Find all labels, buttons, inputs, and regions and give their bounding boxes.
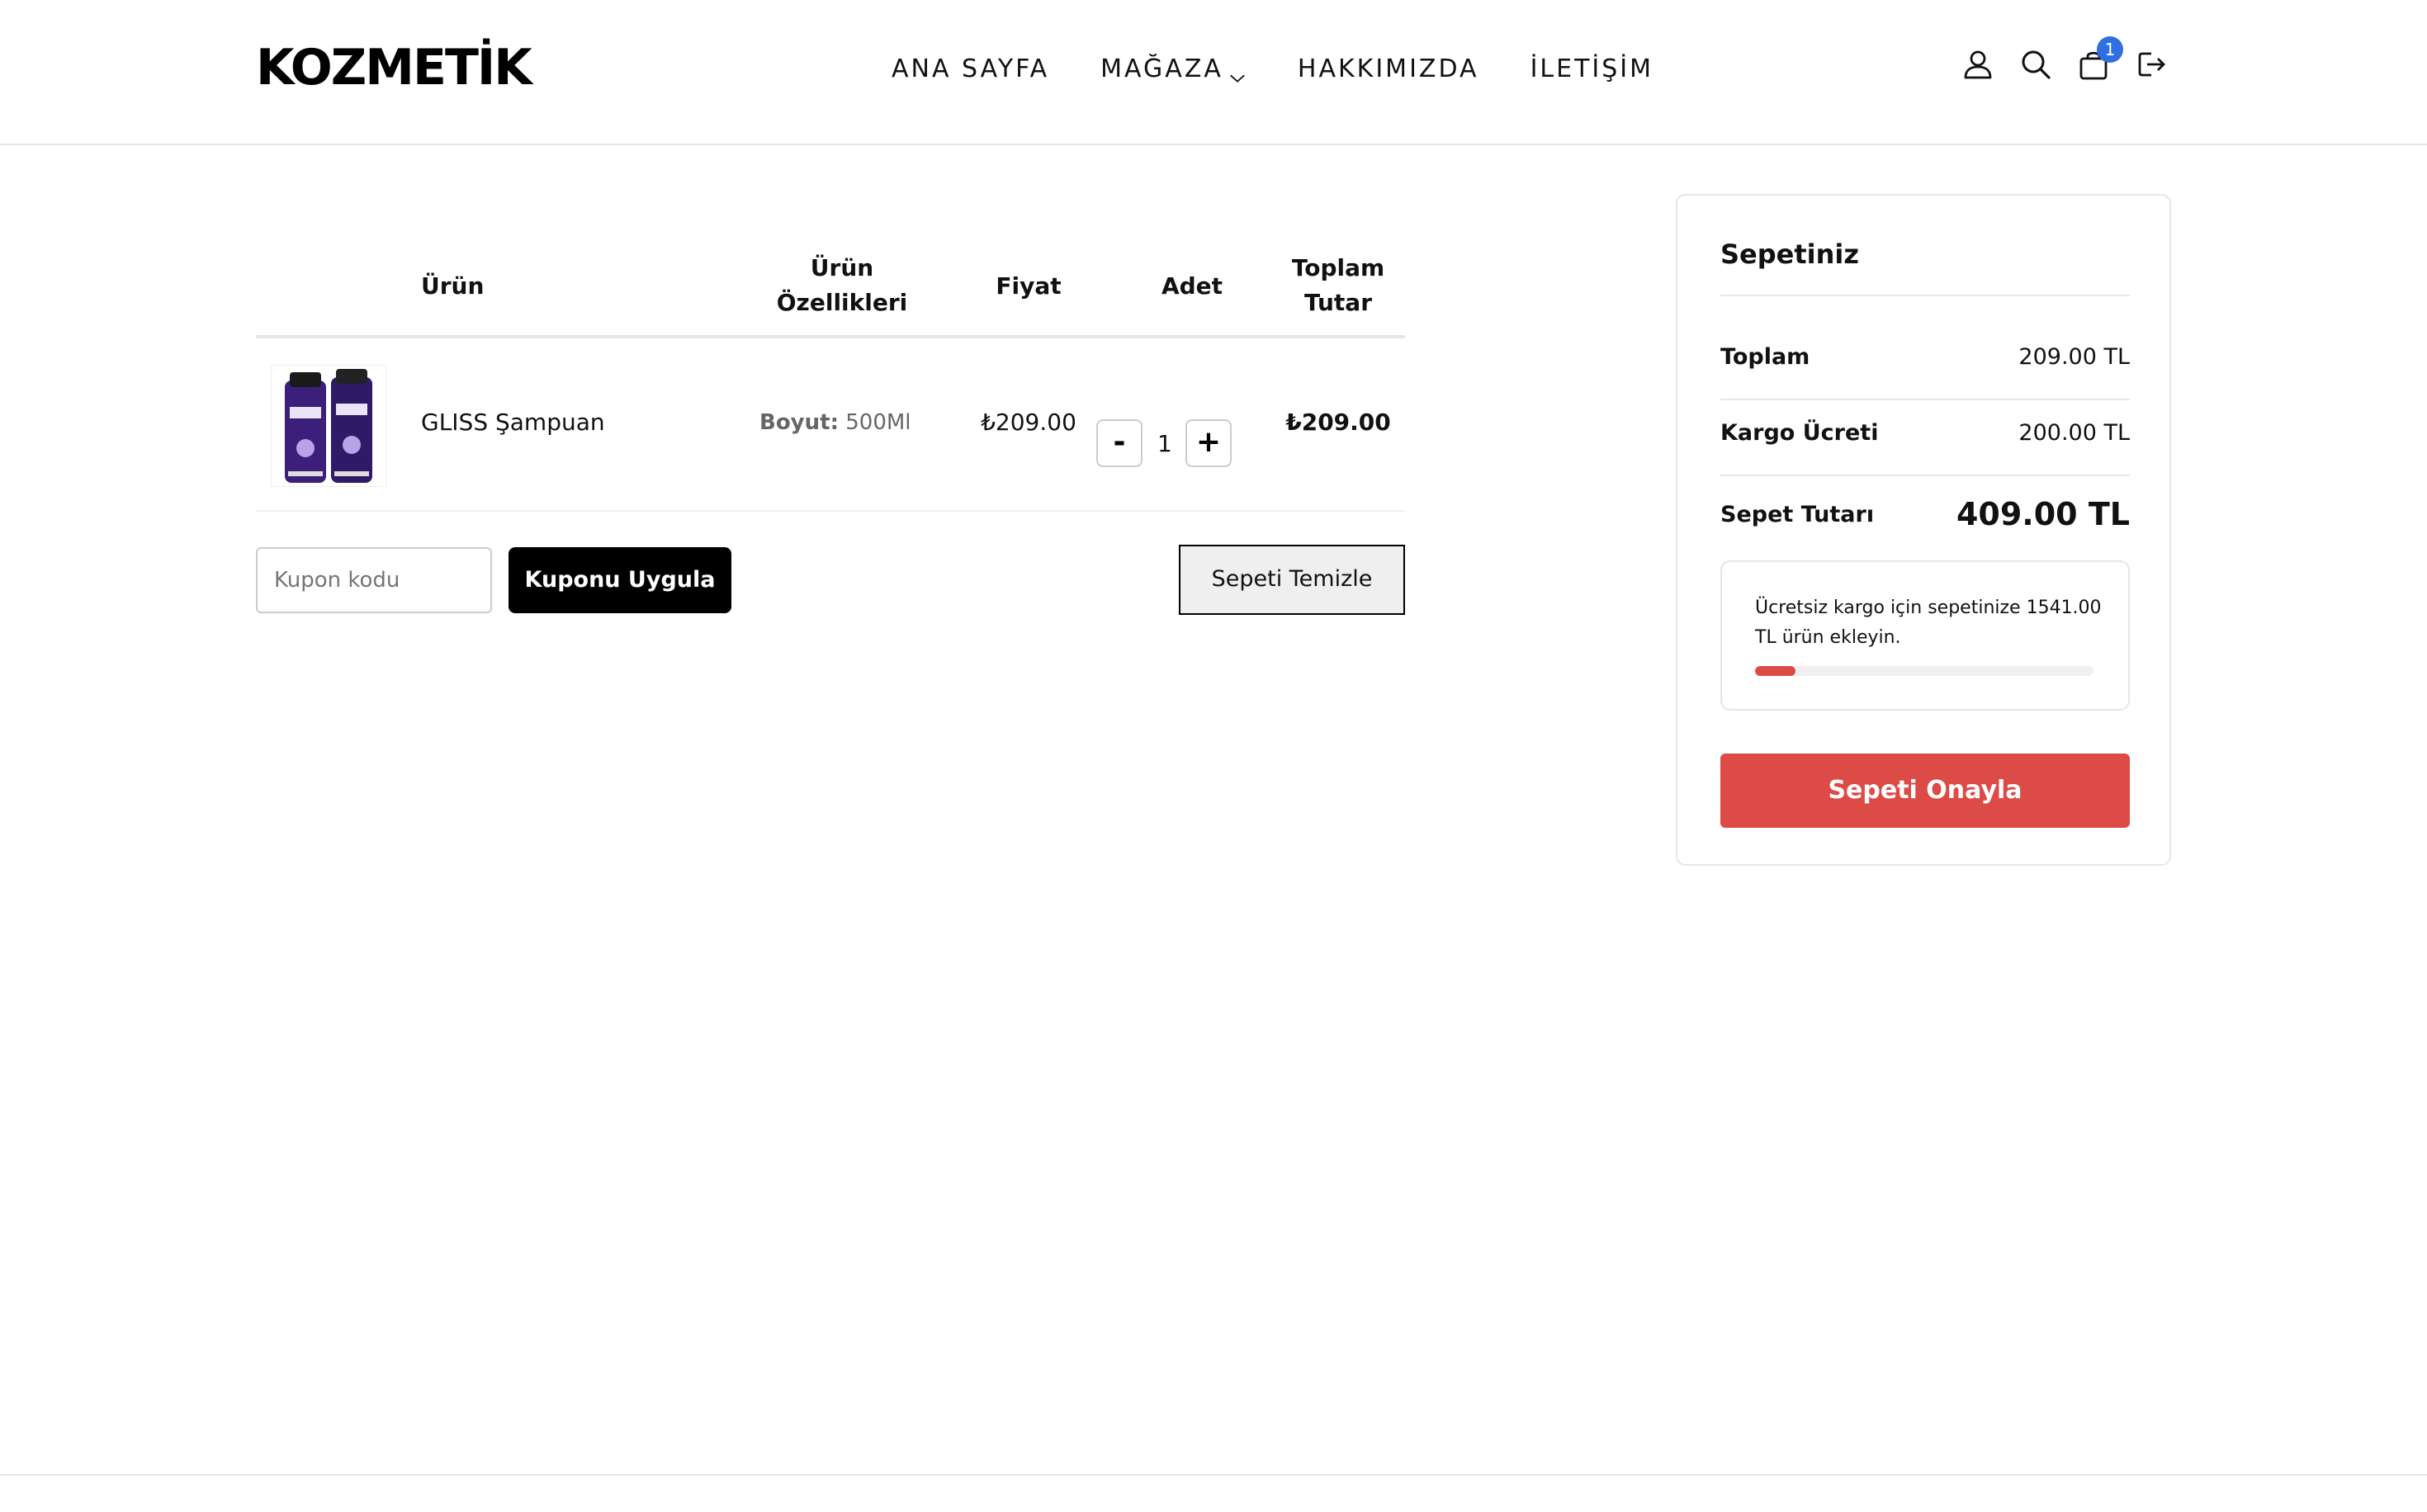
header-total-line2: Tutar — [1303, 289, 1373, 316]
cart-count-badge: 1 — [2097, 36, 2123, 63]
nav-item-contact[interactable]: İLETİŞİM — [1530, 50, 1653, 89]
subtotal-row: Toplam 209.00 TL — [1720, 344, 2130, 370]
clear-cart-button[interactable]: Sepeti Temizle — [1179, 545, 1405, 615]
header-features-line2: Özellikleri — [776, 289, 908, 316]
cart-summary: Sepetiniz Toplam 209.00 TL Kargo Ücreti … — [1676, 194, 2171, 866]
quantity-stepper: - 1 + — [1096, 419, 1232, 467]
cart-table: Ürün Ürün Özellikleri Fiyat Adet Toplam … — [256, 248, 1405, 512]
shopping-bag-icon[interactable]: 1 — [2077, 36, 2123, 81]
header-features: Ürün Özellikleri — [743, 251, 941, 320]
confirm-cart-button[interactable]: Sepeti Onayla — [1720, 754, 2130, 828]
increase-quantity-button[interactable]: + — [1185, 419, 1232, 467]
free-shipping-notice: Ücretsiz kargo için sepetinize 1541.00 T… — [1720, 560, 2130, 711]
decrease-quantity-button[interactable]: - — [1096, 419, 1143, 467]
free-shipping-progress-fill — [1755, 666, 1796, 676]
total-row: Sepet Tutarı 409.00 TL — [1720, 496, 2130, 532]
header-quantity: Adet — [1161, 272, 1223, 300]
nav-item-home[interactable]: ANA SAYFA — [892, 50, 1049, 89]
row-total: ₺209.00 — [1285, 409, 1391, 436]
header-actions: 1 — [1961, 36, 2168, 81]
main-nav: ANA SAYFA MAĞAZA HAKKIMIZDA İLETİŞİM — [892, 50, 1653, 89]
shipping-label: Kargo Ücreti — [1720, 420, 1879, 446]
user-icon[interactable] — [1961, 48, 1994, 81]
coupon-input[interactable] — [256, 547, 492, 613]
summary-divider — [1720, 475, 2130, 476]
apply-coupon-button[interactable]: Kuponu Uygula — [509, 547, 731, 613]
feature-value: 500Ml — [845, 410, 911, 435]
product-feature: Boyut: 500Ml — [759, 406, 911, 439]
summary-divider — [1720, 295, 2130, 296]
product-price: ₺209.00 — [981, 409, 1076, 436]
nav-label-contact: İLETİŞİM — [1530, 54, 1654, 83]
table-header: Ürün Ürün Özellikleri Fiyat Adet Toplam … — [256, 248, 1405, 338]
total-value: 409.00 TL — [1956, 496, 2130, 532]
search-icon[interactable] — [2019, 48, 2052, 81]
nav-item-about[interactable]: HAKKIMIZDA — [1298, 50, 1479, 89]
free-shipping-text: Ücretsiz kargo için sepetinize 1541.00 T… — [1755, 598, 2102, 648]
summary-divider — [1720, 399, 2130, 400]
quantity-value: 1 — [1157, 429, 1172, 457]
header-product: Ürün — [421, 272, 485, 300]
shipping-row: Kargo Ücreti 200.00 TL — [1720, 420, 2130, 446]
feature-label: Boyut: — [759, 410, 839, 435]
total-label: Sepet Tutarı — [1720, 501, 1875, 527]
table-row: GLISS Şampuan Boyut: 500Ml ₺209.00 - 1 +… — [256, 338, 1405, 512]
site-logo[interactable]: KOZMETİK — [256, 35, 532, 101]
header-total-line1: Toplam — [1291, 254, 1385, 281]
header-total: Toplam Tutar — [1280, 251, 1396, 320]
product-image[interactable] — [271, 365, 386, 487]
free-shipping-progress — [1755, 666, 2093, 676]
chevron-down-icon — [1228, 60, 1247, 83]
site-header: KOZMETİK ANA SAYFA MAĞAZA HAKKIMIZDA İLE… — [0, 0, 2427, 145]
nav-label-store: MAĞAZA — [1100, 54, 1223, 83]
logout-icon[interactable] — [2135, 48, 2168, 81]
header-features-line1: Ürün — [810, 254, 874, 281]
subtotal-label: Toplam — [1720, 344, 1810, 370]
footer-divider — [0, 1474, 2427, 1476]
summary-title: Sepetiniz — [1720, 239, 1859, 270]
product-name[interactable]: GLISS Şampuan — [421, 406, 605, 439]
nav-item-store[interactable]: MAĞAZA — [1100, 50, 1247, 89]
nav-label-home: ANA SAYFA — [892, 54, 1050, 83]
nav-label-about: HAKKIMIZDA — [1297, 54, 1479, 83]
subtotal-value: 209.00 TL — [2018, 344, 2130, 370]
shipping-value: 200.00 TL — [2018, 420, 2130, 446]
header-price: Fiyat — [996, 272, 1062, 300]
